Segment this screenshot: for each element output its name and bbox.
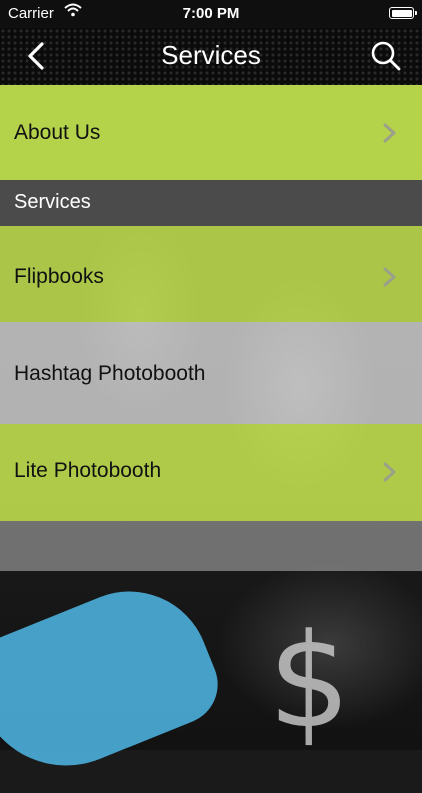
list-item-label: About Us (14, 121, 101, 144)
dollar-sign-graphic: $ (268, 605, 351, 757)
chevron-right-icon (383, 123, 396, 143)
list-item-lite-photobooth[interactable]: Lite Photobooth (0, 424, 422, 521)
section-header-label: Services (14, 191, 91, 213)
list-item-flipbooks[interactable]: Flipbooks (0, 226, 422, 322)
list-item-label: Lite Photobooth (14, 459, 162, 482)
section-header-services: Services (0, 180, 422, 226)
search-icon (371, 41, 401, 71)
page-title: Services (161, 40, 261, 70)
status-bar: Carrier 7:00 PM (0, 0, 422, 28)
guitar-graphic (0, 567, 230, 793)
list-item-label: Flipbooks (14, 265, 104, 288)
navigation-bar: Services (0, 28, 422, 85)
chevron-right-icon (383, 267, 396, 287)
list-item-label: Hashtag Photobooth (14, 362, 206, 385)
search-button[interactable] (368, 38, 404, 74)
clock: 7:00 PM (182, 5, 240, 22)
battery-icon (389, 7, 417, 19)
list-spacer (0, 521, 422, 571)
chevron-right-icon (383, 462, 396, 482)
list-item-hashtag-photobooth[interactable]: Hashtag Photobooth (0, 322, 422, 424)
list-item-about-us[interactable]: About Us (0, 85, 422, 180)
